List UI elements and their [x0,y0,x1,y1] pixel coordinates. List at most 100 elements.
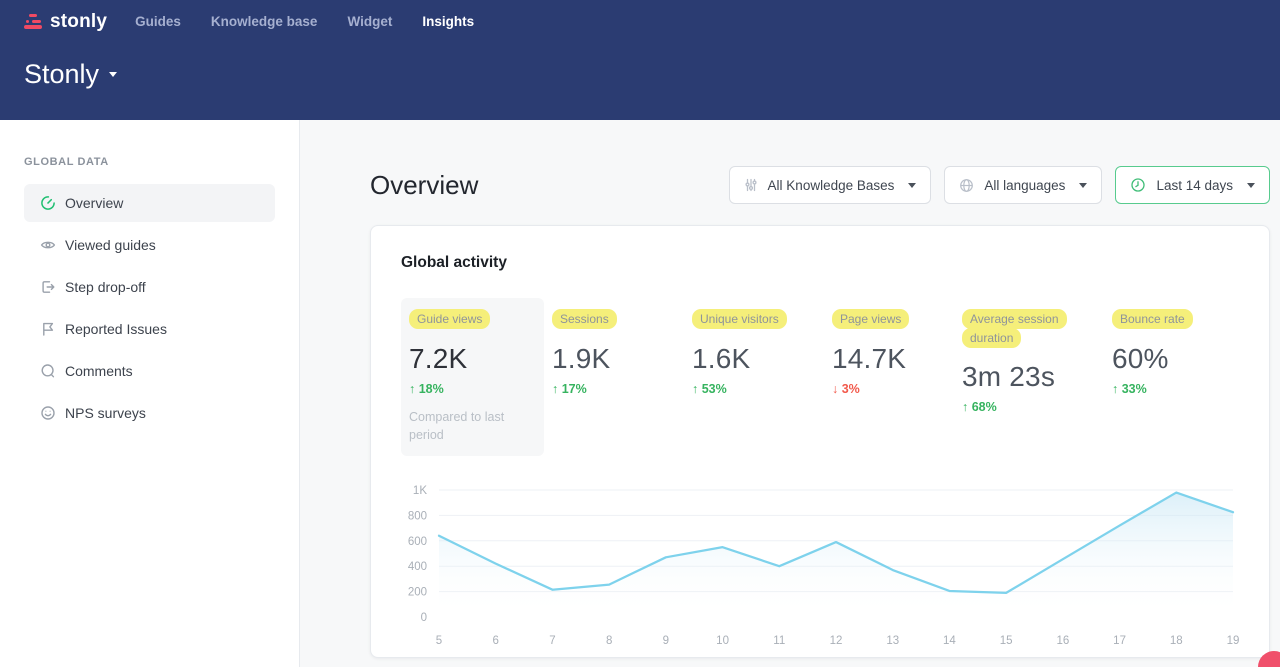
arrow-up-icon: ↑ [1112,382,1118,396]
arrow-up-icon: ↑ [552,382,558,396]
svg-text:17: 17 [1113,635,1126,647]
metric-bounce-rate[interactable]: Bounce rate 60% ↑ 33% [1104,298,1239,456]
metric-label: Guide views [409,309,490,329]
languages-value: All languages [984,178,1065,193]
chevron-down-icon [1079,183,1087,188]
svg-text:1K: 1K [413,485,427,497]
metric-page-views[interactable]: Page views 14.7K ↓ 3% [824,298,954,456]
metric-value: 1.9K [552,343,676,375]
svg-text:7: 7 [549,635,555,647]
eye-icon [40,237,56,253]
metric-value: 3m 23s [962,361,1096,393]
svg-text:8: 8 [606,635,612,647]
metric-average-session-duration[interactable]: Average session duration 3m 23s ↑ 68% [954,298,1104,456]
metric-value: 7.2K [409,343,536,375]
svg-text:200: 200 [408,586,427,598]
sidebar-item-label: NPS surveys [65,405,146,421]
stonly-logo-text: stonly [50,11,107,33]
metric-delta: ↑ 68% [962,400,1096,414]
step-dropoff-icon [40,279,56,295]
sidebar-item-reported-issues[interactable]: Reported Issues [24,310,275,348]
arrow-up-icon: ↑ [692,382,698,396]
knowledge-bases-value: All Knowledge Bases [768,178,895,193]
sliders-icon [744,178,758,192]
sidebar-item-label: Comments [65,363,133,379]
sidebar-item-viewed-guides[interactable]: Viewed guides [24,226,275,264]
svg-text:600: 600 [408,536,427,548]
metric-value: 1.6K [692,343,816,375]
metrics-row: Guide views 7.2K ↑ 18% Compared to last … [401,298,1239,456]
languages-dropdown[interactable]: All languages [944,166,1102,204]
global-activity-card: Global activity Guide views 7.2K ↑ 18% C… [370,225,1270,658]
date-range-dropdown[interactable]: Last 14 days [1115,166,1270,204]
sidebar: GLOBAL DATA Overview Viewed guides [0,120,300,667]
chevron-down-icon [1247,183,1255,188]
svg-text:19: 19 [1227,635,1240,647]
metric-unique-visitors[interactable]: Unique visitors 1.6K ↑ 53% [684,298,824,456]
card-title: Global activity [401,254,1239,272]
svg-text:12: 12 [830,635,843,647]
svg-text:18: 18 [1170,635,1183,647]
sidebar-item-overview[interactable]: Overview [24,184,275,222]
main-content: Overview All Knowledge Bases [300,120,1280,667]
metric-delta: ↑ 33% [1112,382,1231,396]
svg-text:6: 6 [493,635,499,647]
arrow-down-icon: ↓ [832,382,838,396]
svg-text:5: 5 [436,635,442,647]
sidebar-item-nps-surveys[interactable]: NPS surveys [24,394,275,432]
sidebar-section-label: GLOBAL DATA [0,156,299,168]
stonly-logo-icon [24,14,43,29]
metric-note: Compared to last period [409,408,519,444]
activity-chart: 0 200 400 600 800 1K 5 6 7 8 9 10 11 12 13 14 15 16 17 18 19 [401,476,1239,659]
svg-text:0: 0 [421,612,427,624]
svg-text:16: 16 [1056,635,1069,647]
svg-text:14: 14 [943,635,956,647]
svg-text:11: 11 [773,635,785,647]
sidebar-item-label: Step drop-off [65,279,146,295]
sidebar-item-comments[interactable]: Comments [24,352,275,390]
metric-guide-views[interactable]: Guide views 7.2K ↑ 18% Compared to last … [401,298,544,456]
workspace-switcher[interactable]: Stonly [24,59,117,90]
svg-text:400: 400 [408,561,427,573]
arrow-up-icon: ↑ [409,382,415,396]
sidebar-item-step-drop-off[interactable]: Step drop-off [24,268,275,306]
svg-text:9: 9 [663,635,669,647]
metric-delta: ↑ 18% [409,382,536,396]
metric-label: Sessions [552,309,617,329]
metric-delta: ↑ 17% [552,382,676,396]
flag-icon [40,321,56,337]
page-title: Overview [370,170,478,201]
stonly-logo[interactable]: stonly [24,11,107,33]
metric-label: Unique visitors [692,309,787,329]
metric-label: Page views [832,309,909,329]
comment-icon [40,363,56,379]
sidebar-item-label: Overview [65,195,123,211]
knowledge-bases-dropdown[interactable]: All Knowledge Bases [729,166,932,204]
metric-value: 60% [1112,343,1231,375]
nav-item-insights[interactable]: Insights [422,10,474,33]
nav-item-widget[interactable]: Widget [347,10,392,33]
sidebar-item-label: Reported Issues [65,321,167,337]
metric-sessions[interactable]: Sessions 1.9K ↑ 17% [544,298,684,456]
nav-item-guides[interactable]: Guides [135,10,181,33]
gauge-icon [40,195,56,211]
smiley-icon [40,405,56,421]
date-range-value: Last 14 days [1156,178,1233,193]
clock-icon [1130,177,1146,193]
metric-label: Average session duration [962,309,1067,348]
nav-item-knowledge-base[interactable]: Knowledge base [211,10,318,33]
svg-text:15: 15 [1000,635,1013,647]
metric-value: 14.7K [832,343,946,375]
sidebar-item-label: Viewed guides [65,237,156,253]
chevron-down-icon [109,72,117,77]
workspace-name: Stonly [24,59,99,90]
svg-text:10: 10 [716,635,729,647]
svg-text:13: 13 [886,635,899,647]
metric-delta: ↑ 53% [692,382,816,396]
svg-text:800: 800 [408,510,427,522]
globe-icon [959,178,974,193]
metric-label: Bounce rate [1112,309,1193,329]
top-navigation-bar: stonly Guides Knowledge base Widget Insi… [0,0,1280,120]
metric-delta: ↓ 3% [832,382,946,396]
arrow-up-icon: ↑ [962,400,968,414]
